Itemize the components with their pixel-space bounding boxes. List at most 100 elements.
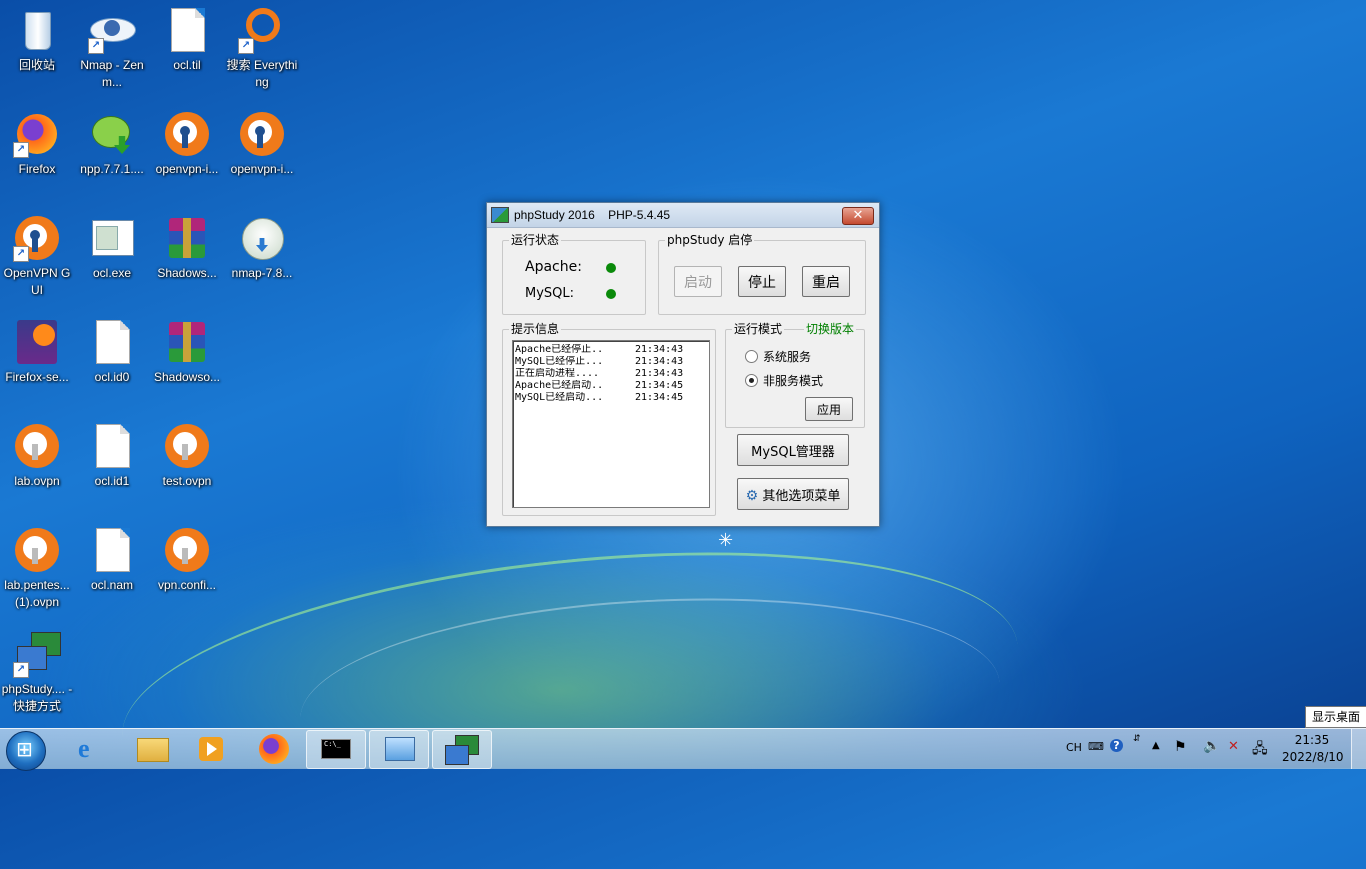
log-row: Apache已经停止.. 21:34:43 [513, 344, 709, 356]
desktop-icon-label: Shadows... [157, 266, 217, 280]
desktop-icon-npp-installer[interactable]: npp.7.7.1.... [75, 110, 149, 178]
network-icon[interactable]: 🖧 [1252, 738, 1268, 762]
taskbar-file-explorer[interactable] [122, 730, 180, 767]
log-message: MySQL已经启动... [515, 392, 604, 403]
desktop-icon-everything[interactable]: ↗ 搜索 Everything [225, 6, 299, 91]
log-time: 21:34:43 [635, 368, 684, 379]
network-disconnected-icon[interactable]: ✕ [1228, 739, 1239, 754]
desktop-icon-lab-ovpn[interactable]: lab.ovpn [0, 422, 74, 490]
switch-version-link[interactable]: 切换版本 [803, 322, 856, 336]
wallpaper-swoosh [108, 513, 1032, 869]
show-desktop-tooltip: 显示桌面 [1305, 706, 1366, 728]
close-button[interactable]: ✕ [842, 207, 874, 225]
other-options-menu-button[interactable]: ⚙ 其他选项菜单 [737, 478, 849, 510]
remote-desktop-icon [385, 737, 415, 761]
openvpn-config-icon [163, 422, 211, 470]
desktop-icon-ocl-til[interactable]: ocl.til [150, 6, 224, 74]
desktop-icon-label: lab.ovpn [14, 474, 60, 488]
clock-time: 21:35 [1294, 733, 1330, 747]
volume-icon[interactable]: 🔈 [1203, 738, 1220, 754]
recycle-bin-icon [13, 6, 61, 54]
taskbar-firefox[interactable] [244, 730, 302, 767]
radio-non-service-mode-label[interactable]: 非服务模式 [763, 372, 823, 389]
window-titlebar[interactable]: phpStudy 2016 PHP-5.4.45 ✕ [487, 203, 879, 228]
action-center-flag-icon[interactable]: ⚑ [1174, 739, 1187, 755]
info-group: 提示信息 Apache已经停止.. 21:34:43 MySQL已经停止... … [502, 322, 716, 516]
desktop-icon-recycle-bin[interactable]: 回收站 [0, 6, 74, 74]
desktop-icon-label: test.ovpn [162, 474, 212, 488]
desktop-icon-ocl-id0[interactable]: ocl.id0 [75, 318, 149, 386]
cmd-icon: C:\_ [321, 739, 351, 759]
desktop-icon-nmap-zenmap[interactable]: ↗ Nmap - Zenm... [75, 6, 149, 91]
desktop-icon-label: Shadowso... [153, 370, 221, 384]
firefox-setup-archive-icon [13, 318, 61, 366]
taskbar-media-player[interactable] [182, 730, 240, 767]
desktop-icon-ocl-nam[interactable]: ocl.nam [75, 526, 149, 594]
radio-system-service-label[interactable]: 系统服务 [763, 348, 811, 365]
desktop-icon-label: OpenVPN GUI [3, 266, 71, 297]
shortcut-arrow-icon: ↗ [13, 142, 29, 158]
stop-button[interactable]: 停止 [738, 266, 786, 297]
desktop-icon-vpn-config[interactable]: vpn.confi... [150, 526, 224, 594]
firefox-icon [259, 734, 289, 764]
desktop-icon-ocl-exe[interactable]: ocl.exe [75, 214, 149, 282]
nmap-zenmap-icon: ↗ [88, 6, 136, 54]
start-button[interactable] [6, 731, 46, 771]
desktop-icon-openvpn-installer-1[interactable]: openvpn-i... [150, 110, 224, 178]
desktop-icon-label: nmap-7.8... [231, 266, 293, 280]
shortcut-arrow-icon: ↗ [238, 38, 254, 54]
desktop-icon-openvpn-gui[interactable]: ↗ OpenVPN GUI [0, 214, 74, 299]
phpstudy-app-icon [491, 207, 509, 223]
log-listbox[interactable]: Apache已经停止.. 21:34:43 MySQL已经停止... 21:34… [512, 340, 710, 508]
desktop-icon-lab-pentest-ovpn[interactable]: lab.pentes... (1).ovpn [0, 526, 74, 611]
radio-non-service-mode[interactable] [745, 374, 758, 387]
clock[interactable]: 21:35 2022/8/10 [1282, 732, 1344, 766]
ime-indicator[interactable]: CH [1066, 741, 1082, 754]
window-title: phpStudy 2016 PHP-5.4.45 [514, 208, 671, 222]
log-row: Apache已经启动.. 21:34:45 [513, 380, 709, 392]
taskbar-remote-desktop[interactable] [369, 730, 429, 769]
internet-explorer-icon: e [78, 734, 90, 763]
show-desktop-button[interactable] [1351, 729, 1366, 769]
desktop-icon-label: phpStudy.... - 快捷方式 [1, 682, 73, 713]
notepad-plus-plus-installer-icon [88, 110, 136, 158]
log-time: 21:34:43 [635, 344, 684, 355]
log-message: Apache已经停止.. [515, 344, 604, 355]
desktop-icon-label: Firefox-se... [5, 370, 69, 384]
phpstudy-shortcut-icon: ↗ [13, 630, 61, 678]
desktop-icon-nmap-installer[interactable]: nmap-7.8... [225, 214, 299, 282]
firefox-icon: ↗ [13, 110, 61, 158]
mysql-manager-button[interactable]: MySQL管理器 [737, 434, 849, 466]
log-row: MySQL已经停止... 21:34:43 [513, 356, 709, 368]
desktop-icon-firefox-setup[interactable]: Firefox-se... [0, 318, 74, 386]
log-time: 21:34:45 [635, 380, 684, 391]
help-icon[interactable]: ? [1110, 739, 1123, 752]
desktop-icon-shadowso-archive[interactable]: Shadowso... [150, 318, 224, 386]
winrar-archive-icon [163, 214, 211, 262]
taskbar-internet-explorer[interactable]: e [62, 730, 120, 767]
desktop-icon-openvpn-installer-2[interactable]: openvpn-i... [225, 110, 299, 178]
restart-button[interactable]: 重启 [802, 266, 850, 297]
shortcut-arrow-icon: ↗ [88, 38, 104, 54]
openvpn-config-icon [13, 422, 61, 470]
apply-button[interactable]: 应用 [805, 397, 853, 421]
desktop-icon-firefox[interactable]: ↗ Firefox [0, 110, 74, 178]
other-options-menu-label: 其他选项菜单 [762, 488, 841, 504]
desktop-icon-label: openvpn-i... [155, 162, 219, 176]
desktop-icon-ocl-id1[interactable]: ocl.id1 [75, 422, 149, 490]
ime-options-icon[interactable]: ⇵ [1133, 735, 1141, 744]
radio-system-service[interactable] [745, 350, 758, 363]
file-icon [163, 6, 211, 54]
desktop-icon-shadows-archive[interactable]: Shadows... [150, 214, 224, 282]
desktop-icon-test-ovpn[interactable]: test.ovpn [150, 422, 224, 490]
nsis-installer-icon [238, 214, 286, 262]
taskbar-phpstudy[interactable] [432, 730, 492, 769]
taskbar-cmd[interactable]: C:\_ [306, 730, 366, 769]
start-button[interactable]: 启动 [674, 266, 722, 297]
show-hidden-icons-chevron-up-icon[interactable]: ▲ [1152, 740, 1160, 751]
desktop-icon-phpstudy-shortcut[interactable]: ↗ phpStudy.... - 快捷方式 [0, 630, 74, 715]
desktop-icon-label: ocl.til [173, 58, 201, 72]
keyboard-icon[interactable]: ⌨ [1088, 740, 1104, 753]
desktop-icon-label: ocl.exe [92, 266, 132, 280]
exe-window-icon [88, 214, 136, 262]
